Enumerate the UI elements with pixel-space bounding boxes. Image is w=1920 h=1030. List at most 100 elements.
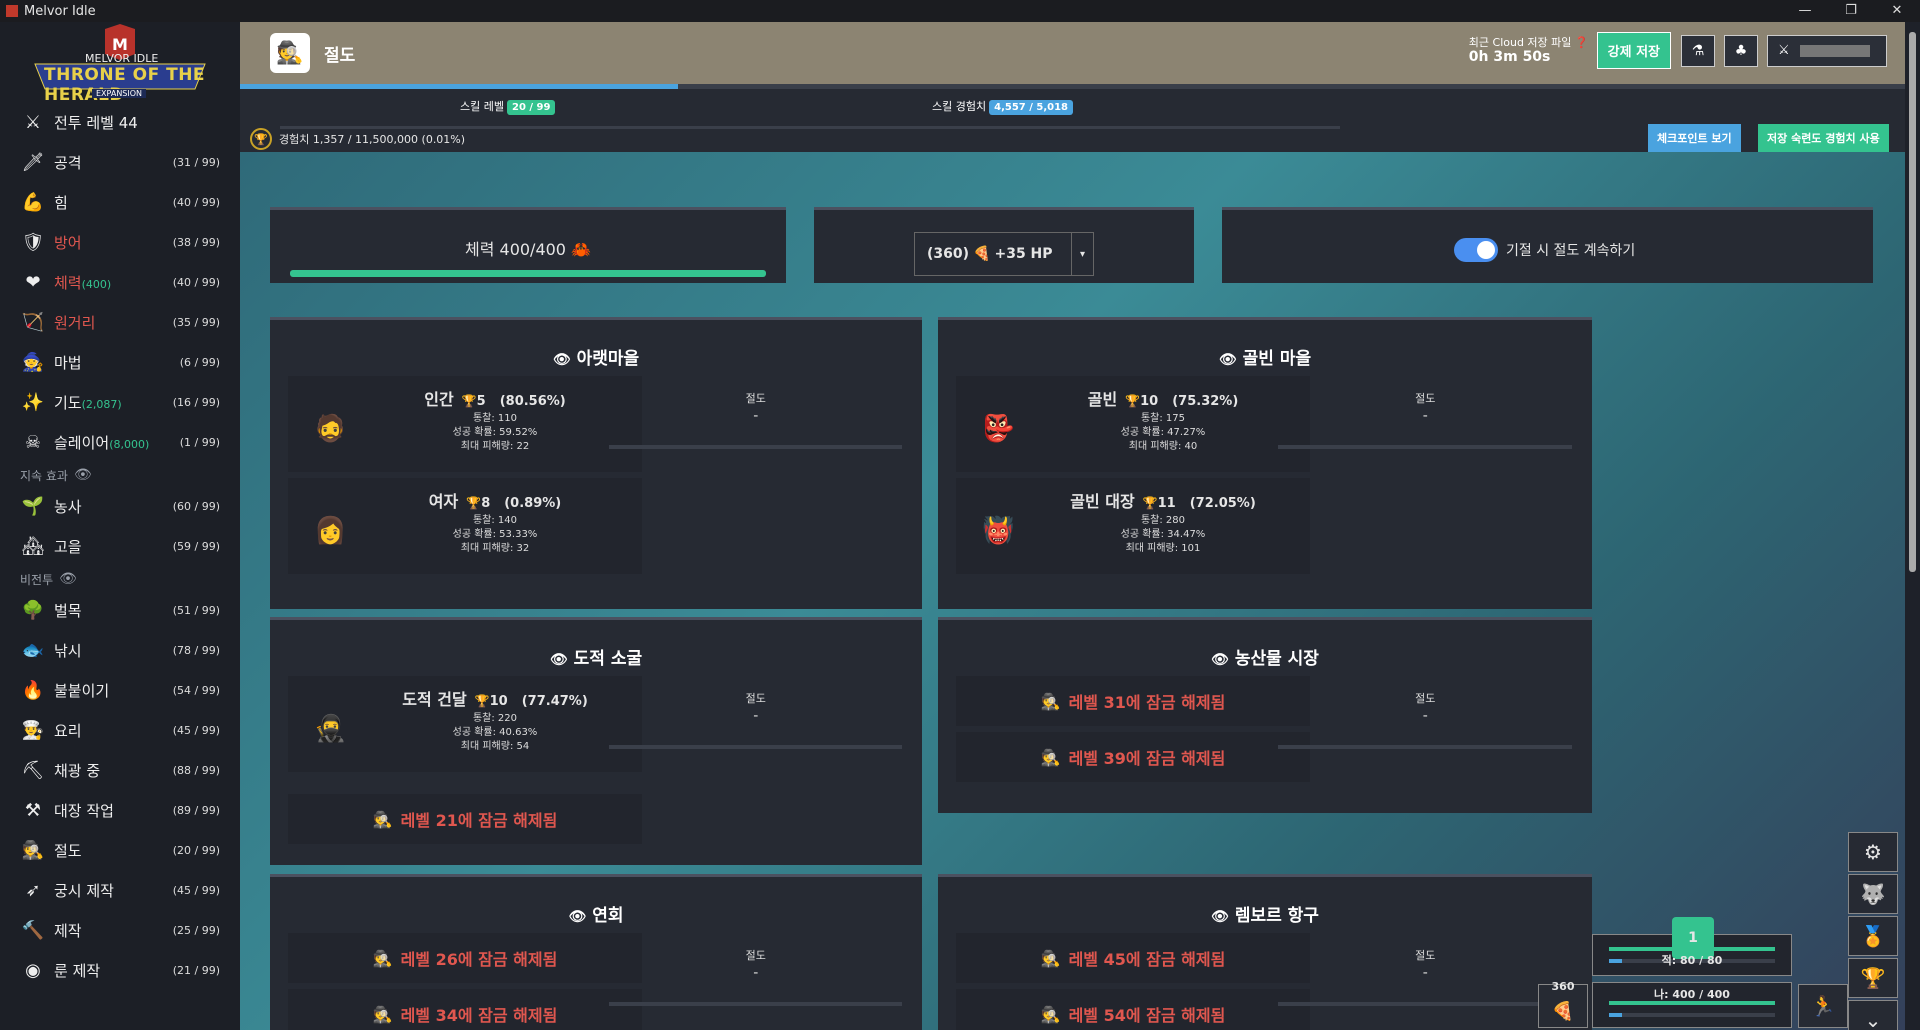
sidebar-item-combat-0[interactable]: 🗡 공격 (31 / 99) bbox=[0, 142, 240, 182]
sidebar-combat-level[interactable]: ⚔ 전투 레벨 44 bbox=[0, 102, 240, 142]
continue-thieving-toggle[interactable] bbox=[1454, 238, 1498, 262]
npc-card[interactable]: 👩 여자 🏆8 (0.89%) 통찰: 140 성공 확률: 53.33% 최대 피해량: … bbox=[288, 478, 642, 574]
area-title[interactable]: 👁 아랫마을 bbox=[270, 344, 922, 369]
help-icon: ❓ bbox=[1574, 36, 1589, 49]
sidebar-item-noncombat-9[interactable]: ◉ 룬 제작 (21 / 99) bbox=[0, 950, 240, 990]
area-title[interactable]: 👁 연회 bbox=[270, 901, 922, 926]
sidebar-item-noncombat-1[interactable]: 🐟 낚시 (78 / 99) bbox=[0, 630, 240, 670]
eye-icon[interactable]: 👁 bbox=[59, 571, 77, 587]
sidebar-item-label: 슬레이어(8,000) bbox=[54, 433, 150, 452]
npc-stat: 성공 확률: 34.47% bbox=[1120, 529, 1206, 540]
npc-card[interactable]: 🧔 인간 🏆5 (80.56%) 통찰: 110 성공 확률: 59.52% 최대 피해량:… bbox=[288, 376, 642, 472]
sidebar-item-label: 절도 bbox=[54, 841, 82, 860]
sidebar-item-level: (45 / 99) bbox=[172, 883, 220, 897]
sidebar-item-level: (31 / 99) bbox=[172, 155, 220, 169]
trophy-icon: 🏆 bbox=[466, 496, 482, 510]
sidebar-item-passive-1[interactable]: 🏘 고을 (59 / 99) bbox=[0, 526, 240, 566]
eye-icon[interactable]: 👁 bbox=[74, 467, 92, 483]
eye-icon[interactable]: 👁 bbox=[553, 352, 571, 368]
cloud-save-status: 최근 Cloud 저장 파일 ❓ 0h 3m 50s bbox=[1468, 36, 1589, 65]
noncombat-section-header[interactable]: 비전투 👁 bbox=[0, 566, 240, 590]
eye-icon[interactable]: 👁 bbox=[1219, 352, 1237, 368]
sidebar-item-label: 제작 bbox=[54, 921, 82, 940]
sidebar-item-combat-5[interactable]: 🧙 마법 (6 / 99) bbox=[0, 342, 240, 382]
eye-icon[interactable]: 👁 bbox=[1211, 652, 1229, 668]
shield-icon: 🛡 bbox=[21, 231, 45, 253]
sidebar-item-label: 요리 bbox=[54, 721, 82, 740]
restore-icon[interactable]: ❐ bbox=[1828, 0, 1874, 22]
npc-card[interactable]: 👹 골빈 대장 🏆11 (72.05%) 통찰: 280 성공 확률: 34.47% 최대 … bbox=[956, 478, 1310, 574]
eat-food-button[interactable]: (360) 🍕 +35 HP ▾ bbox=[914, 232, 1094, 276]
township-icon: 🏘 bbox=[21, 535, 45, 557]
sidebar-item-combat-4[interactable]: 🏹 원거리 (35 / 99) bbox=[0, 302, 240, 342]
fire-icon: 🔥 bbox=[21, 679, 45, 701]
sidebar-item-noncombat-2[interactable]: 🔥 불붙이기 (54 / 99) bbox=[0, 670, 240, 710]
npc-stat: 최대 피해량: 54 bbox=[460, 741, 530, 752]
wolf-icon[interactable]: 🐺 bbox=[1848, 874, 1898, 914]
pizza-icon: 🍕 bbox=[973, 246, 991, 262]
eye-icon[interactable]: 👁 bbox=[1211, 909, 1229, 925]
trophy-icon[interactable]: 🏆 bbox=[1848, 958, 1898, 998]
area-title[interactable]: 👁 골빈 마을 bbox=[938, 344, 1592, 369]
sidebar-item-combat-3[interactable]: ❤ 체력(400) (40 / 99) bbox=[0, 262, 240, 302]
npc-card[interactable]: 👺 골빈 🏆10 (75.32%) 통찰: 175 성공 확률: 47.27% 최대 피해량… bbox=[956, 376, 1310, 472]
chevron-down-icon[interactable]: ▾ bbox=[1071, 233, 1093, 275]
steal-progress-bar bbox=[1278, 445, 1573, 449]
close-icon[interactable]: ✕ bbox=[1874, 0, 1920, 22]
thief-icon: 🕵 bbox=[1040, 948, 1061, 968]
steal-progress-bar bbox=[609, 445, 903, 449]
medal-icon[interactable]: 🏅 bbox=[1848, 916, 1898, 956]
sidebar-item-noncombat-6[interactable]: 🕵 절도 (20 / 99) bbox=[0, 830, 240, 870]
slayer-icon: ☠ bbox=[24, 431, 42, 453]
scrollbar[interactable] bbox=[1905, 22, 1920, 1030]
area-title[interactable]: 👁 도적 소굴 bbox=[270, 644, 922, 669]
sidebar-item-noncombat-5[interactable]: ⚒ 대장 작업 (89 / 99) bbox=[0, 790, 240, 830]
use-mastery-xp-button[interactable]: 저장 숙련도 경험치 사용 bbox=[1758, 124, 1889, 152]
page-header: 🕵 절도 최근 Cloud 저장 파일 ❓ 0h 3m 50s 강제 저장 ⚗ … bbox=[240, 22, 1905, 84]
potion-icon[interactable]: ⚗ bbox=[1681, 34, 1715, 67]
sidebar-item-combat-2[interactable]: 🛡 방어 (38 / 99) bbox=[0, 222, 240, 262]
sidebar-item-noncombat-3[interactable]: 👨‍🍳 요리 (45 / 99) bbox=[0, 710, 240, 750]
eye-icon[interactable]: 👁 bbox=[550, 652, 568, 668]
chef-hat-icon: 👨‍🍳 bbox=[21, 719, 45, 741]
eye-icon[interactable]: 👁 bbox=[568, 909, 586, 925]
sidebar-item-combat-7[interactable]: ☠ 슬레이어(8,000) (1 / 99) bbox=[0, 422, 240, 462]
sidebar-item-combat-1[interactable]: 💪 힘 (40 / 99) bbox=[0, 182, 240, 222]
township-icon[interactable]: ♣ bbox=[1724, 34, 1758, 67]
steal-value: - bbox=[1422, 408, 1428, 424]
npc-stat: 통찰: 110 bbox=[472, 413, 518, 424]
fish-icon: 🐟 bbox=[21, 639, 45, 661]
sidebar-item-noncombat-7[interactable]: ➶ 궁시 제작 (45 / 99) bbox=[0, 870, 240, 910]
view-checkpoints-button[interactable]: 체크포인트 보기 bbox=[1648, 124, 1741, 152]
sidebar-item-passive-0[interactable]: 🌱 농사 (60 / 99) bbox=[0, 486, 240, 526]
minimize-icon[interactable]: — bbox=[1782, 0, 1828, 22]
sidebar-item-label: 궁시 제작 bbox=[54, 881, 114, 900]
sidebar-item-combat-6[interactable]: ✨ 기도(2,087) (16 / 99) bbox=[0, 382, 240, 422]
npc-card[interactable]: 🥷 도적 건달 🏆10 (77.47%) 통찰: 220 성공 확률: 40.63% 최대 … bbox=[288, 676, 642, 772]
sidebar-item-noncombat-8[interactable]: 🔨 제작 (25 / 99) bbox=[0, 910, 240, 950]
woman-npc-icon: 👩 bbox=[314, 516, 347, 546]
sidebar-item-level: (88 / 99) bbox=[172, 763, 220, 777]
sidebar-item-noncombat-4[interactable]: ⛏ 채광 중 (88 / 99) bbox=[0, 750, 240, 790]
bow-icon: 🏹 bbox=[21, 311, 45, 333]
npc-stat: 통찰: 175 bbox=[1140, 413, 1186, 424]
area-title[interactable]: 👁 농산물 시장 bbox=[938, 644, 1592, 669]
gear-icon[interactable]: ⚙ bbox=[1848, 832, 1898, 872]
passive-section-header[interactable]: 지속 효과 👁 bbox=[0, 462, 240, 486]
area-title[interactable]: 👁 렘보르 항구 bbox=[938, 901, 1592, 926]
trophy-icon: 🏆 bbox=[250, 128, 272, 150]
sprout-icon: 🌱 bbox=[21, 495, 45, 517]
sidebar-item-label: 기도(2,087) bbox=[54, 393, 122, 412]
sidebar-item-label: 룬 제작 bbox=[54, 961, 101, 980]
sidebar-item-noncombat-0[interactable]: 🌳 벌목 (51 / 99) bbox=[0, 590, 240, 630]
chevron-down-icon[interactable]: ⌄ bbox=[1848, 1000, 1898, 1030]
force-save-button[interactable]: 강제 저장 bbox=[1596, 32, 1671, 69]
expansion-logo[interactable]: M MELVOR IDLE THRONE OF THE HERALD EXPAN… bbox=[0, 22, 240, 105]
steal-progress-bar bbox=[609, 745, 903, 749]
mastery-pool: 🏆 경험치 1,357 / 11,500,000 (0.01%) bbox=[250, 128, 465, 150]
goblin-npc-icon: 👺 bbox=[982, 414, 1015, 444]
food-card: (360) 🍕 +35 HP ▾ bbox=[814, 207, 1194, 283]
account-button[interactable]: ⚔ bbox=[1767, 34, 1887, 67]
run-icon[interactable]: 🏃 bbox=[1798, 984, 1848, 1028]
thief-icon: 🕵 bbox=[270, 33, 310, 73]
